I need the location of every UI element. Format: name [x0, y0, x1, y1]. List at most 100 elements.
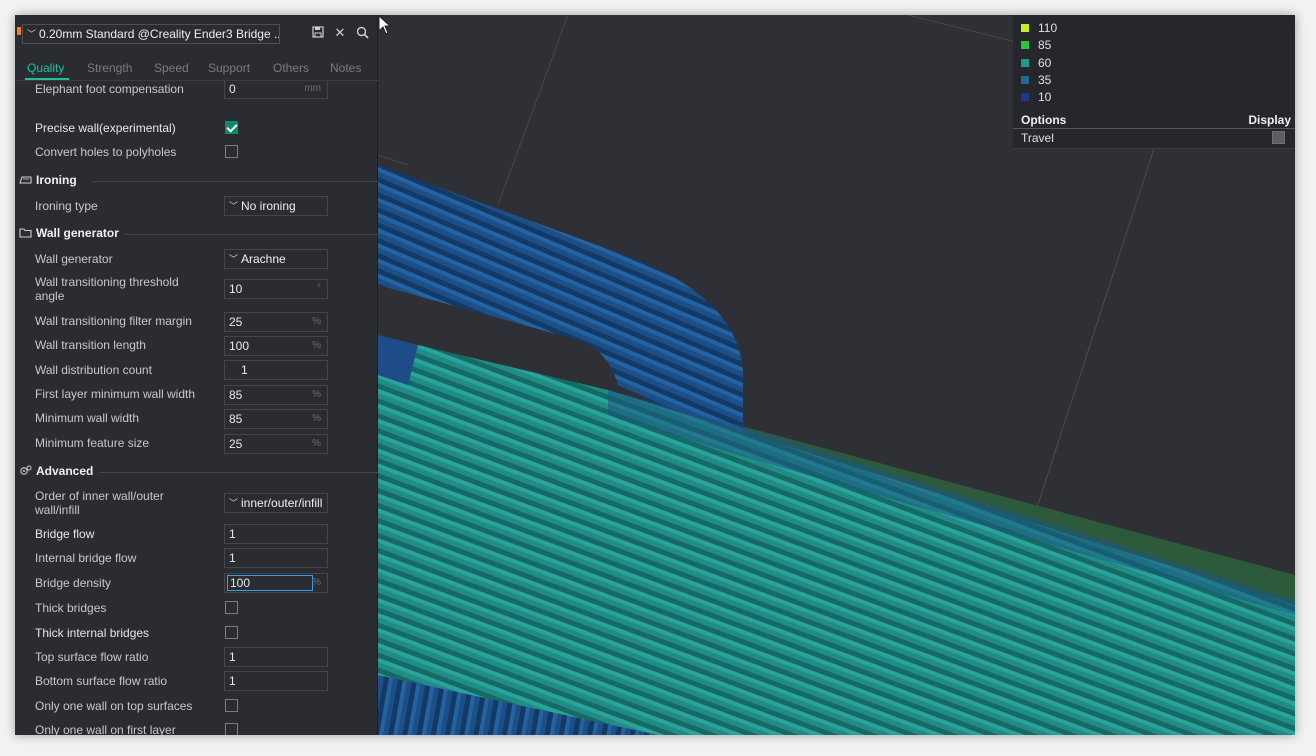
bridge-flow-input[interactable]: 1 — [224, 524, 328, 544]
gears-icon — [19, 465, 32, 477]
settings-panel: ﹀ 0.20mm Standard @Creality Ender3 Bridg… — [15, 15, 378, 735]
min-feature-size-input[interactable]: 25 % — [224, 434, 328, 454]
legend-item: 10 — [1021, 89, 1051, 105]
field-value: 1 — [229, 650, 236, 664]
first-layer-wall-width-input[interactable]: 85 % — [224, 385, 328, 405]
transition-length-input[interactable]: 100 % — [224, 336, 328, 356]
field-value[interactable]: 100 — [227, 575, 313, 591]
threshold-angle-input[interactable]: 10 ° — [224, 279, 328, 299]
one-wall-first-layer-checkbox[interactable] — [225, 723, 238, 735]
select-value: Arachne — [241, 252, 286, 266]
wall-order-select[interactable]: ﹀ inner/outer/infill — [224, 493, 328, 513]
field-value: 0 — [229, 82, 236, 96]
precise-wall-checkbox[interactable] — [225, 121, 238, 134]
field-unit: mm — [304, 83, 321, 94]
save-icon[interactable] — [311, 26, 325, 40]
section-title: Wall generator — [36, 226, 119, 240]
app-window: 110 85 60 35 10 Options Display Travel ﹀… — [15, 15, 1295, 735]
select-value: No ironing — [241, 199, 296, 213]
select-value: inner/outer/infill — [241, 496, 323, 510]
process-preset-select[interactable]: ﹀ 0.20mm Standard @Creality Ender3 Bridg… — [22, 24, 280, 44]
section-divider — [125, 234, 378, 235]
setting-label: Wall generator — [35, 252, 113, 266]
legend-item: 60 — [1021, 55, 1051, 71]
section-advanced[interactable]: Advanced — [15, 463, 378, 481]
setting-label: Wall transitioning filter margin — [35, 314, 192, 328]
tab-quality[interactable]: Quality — [27, 61, 64, 75]
field-unit: % — [312, 389, 321, 400]
field-value: 85 — [229, 388, 243, 402]
legend-swatch — [1021, 41, 1029, 49]
legend-swatch — [1021, 93, 1029, 101]
section-ironing[interactable]: Ironing — [15, 172, 378, 190]
internal-bridge-flow-input[interactable]: 1 — [224, 548, 328, 568]
field-value: 85 — [229, 412, 243, 426]
tab-strength[interactable]: Strength — [87, 61, 132, 75]
bottom-surface-flow-input[interactable]: 1 — [224, 671, 328, 691]
settings-list[interactable]: Elephant foot compensation 0 mm Precise … — [15, 81, 378, 735]
field-unit: % — [312, 340, 321, 351]
options-label: Options — [1021, 113, 1067, 127]
setting-label: First layer minimum wall width — [35, 387, 196, 401]
setting-label: Internal bridge flow — [35, 551, 137, 565]
field-unit: % — [312, 577, 321, 588]
field-value: 25 — [229, 437, 243, 451]
field-unit: ° — [317, 283, 321, 294]
tab-support[interactable]: Support — [208, 61, 250, 75]
thick-bridges-checkbox[interactable] — [225, 601, 238, 614]
setting-label: Wall transition length — [35, 338, 146, 352]
field-value: 1 — [229, 527, 236, 541]
tab-notes[interactable]: Notes — [330, 61, 361, 75]
field-value: 1 — [229, 674, 236, 688]
setting-label: Wall transitioning threshold angle — [35, 275, 179, 303]
field-value: 25 — [229, 315, 243, 329]
legend-swatch — [1021, 24, 1029, 32]
distribution-count-stepper[interactable]: ⌃⌄ 1 — [224, 360, 328, 380]
min-wall-width-input[interactable]: 85 % — [224, 409, 328, 429]
ironing-type-select[interactable]: ﹀ No ironing — [224, 196, 328, 216]
legend-swatch — [1021, 76, 1029, 84]
search-icon[interactable] — [355, 26, 369, 40]
legend-value: 10 — [1038, 90, 1052, 104]
preset-bar: ﹀ 0.20mm Standard @Creality Ender3 Bridg… — [15, 15, 378, 51]
tab-others[interactable]: Others — [273, 61, 309, 75]
setting-label: Bridge flow — [35, 527, 95, 541]
elephant-foot-input[interactable]: 0 mm — [224, 81, 328, 99]
bridge-density-input[interactable]: 100 % — [224, 573, 328, 593]
setting-label: Minimum wall width — [35, 411, 140, 425]
chevron-down-icon: ﹀ — [27, 29, 37, 39]
travel-label: Travel — [1021, 131, 1054, 145]
active-tab-indicator — [25, 78, 69, 80]
preset-modified-marker — [17, 27, 21, 35]
section-wall-generator[interactable]: Wall generator — [15, 225, 378, 243]
field-unit: % — [312, 316, 321, 327]
setting-label: Ironing type — [35, 199, 98, 213]
filter-margin-input[interactable]: 25 % — [224, 312, 328, 332]
folder-icon — [19, 227, 32, 239]
setting-label: Thick bridges — [35, 601, 107, 615]
preset-name: 0.20mm Standard @Creality Ender3 Bridge … — [39, 27, 280, 41]
travel-display-checkbox[interactable] — [1272, 131, 1285, 144]
settings-tabs: Quality Strength Speed Support Others No… — [15, 59, 378, 81]
setting-label: Bridge density — [35, 576, 112, 590]
one-wall-top-checkbox[interactable] — [225, 699, 238, 712]
thick-internal-bridges-checkbox[interactable] — [225, 626, 238, 639]
section-divider — [93, 181, 378, 182]
chevron-down-icon: ﹀ — [229, 498, 239, 508]
section-title: Ironing — [36, 173, 77, 187]
top-surface-flow-input[interactable]: 1 — [224, 647, 328, 667]
chevron-down-icon: ﹀ — [229, 201, 239, 211]
setting-label: Thick internal bridges — [35, 626, 150, 640]
field-value: 10 — [229, 282, 243, 296]
section-divider — [99, 472, 378, 473]
wall-generator-select[interactable]: ﹀ Arachne — [224, 249, 328, 269]
field-unit: % — [312, 438, 321, 449]
legend-item: 110 — [1021, 20, 1057, 36]
close-icon[interactable]: ✕ — [333, 26, 347, 40]
tab-speed[interactable]: Speed — [154, 61, 189, 75]
iron-icon — [19, 174, 32, 186]
chevron-down-icon: ﹀ — [229, 254, 239, 264]
options-header: Options Display — [1013, 111, 1295, 129]
setting-label: Bottom surface flow ratio — [35, 674, 168, 688]
convert-holes-checkbox[interactable] — [225, 145, 238, 158]
